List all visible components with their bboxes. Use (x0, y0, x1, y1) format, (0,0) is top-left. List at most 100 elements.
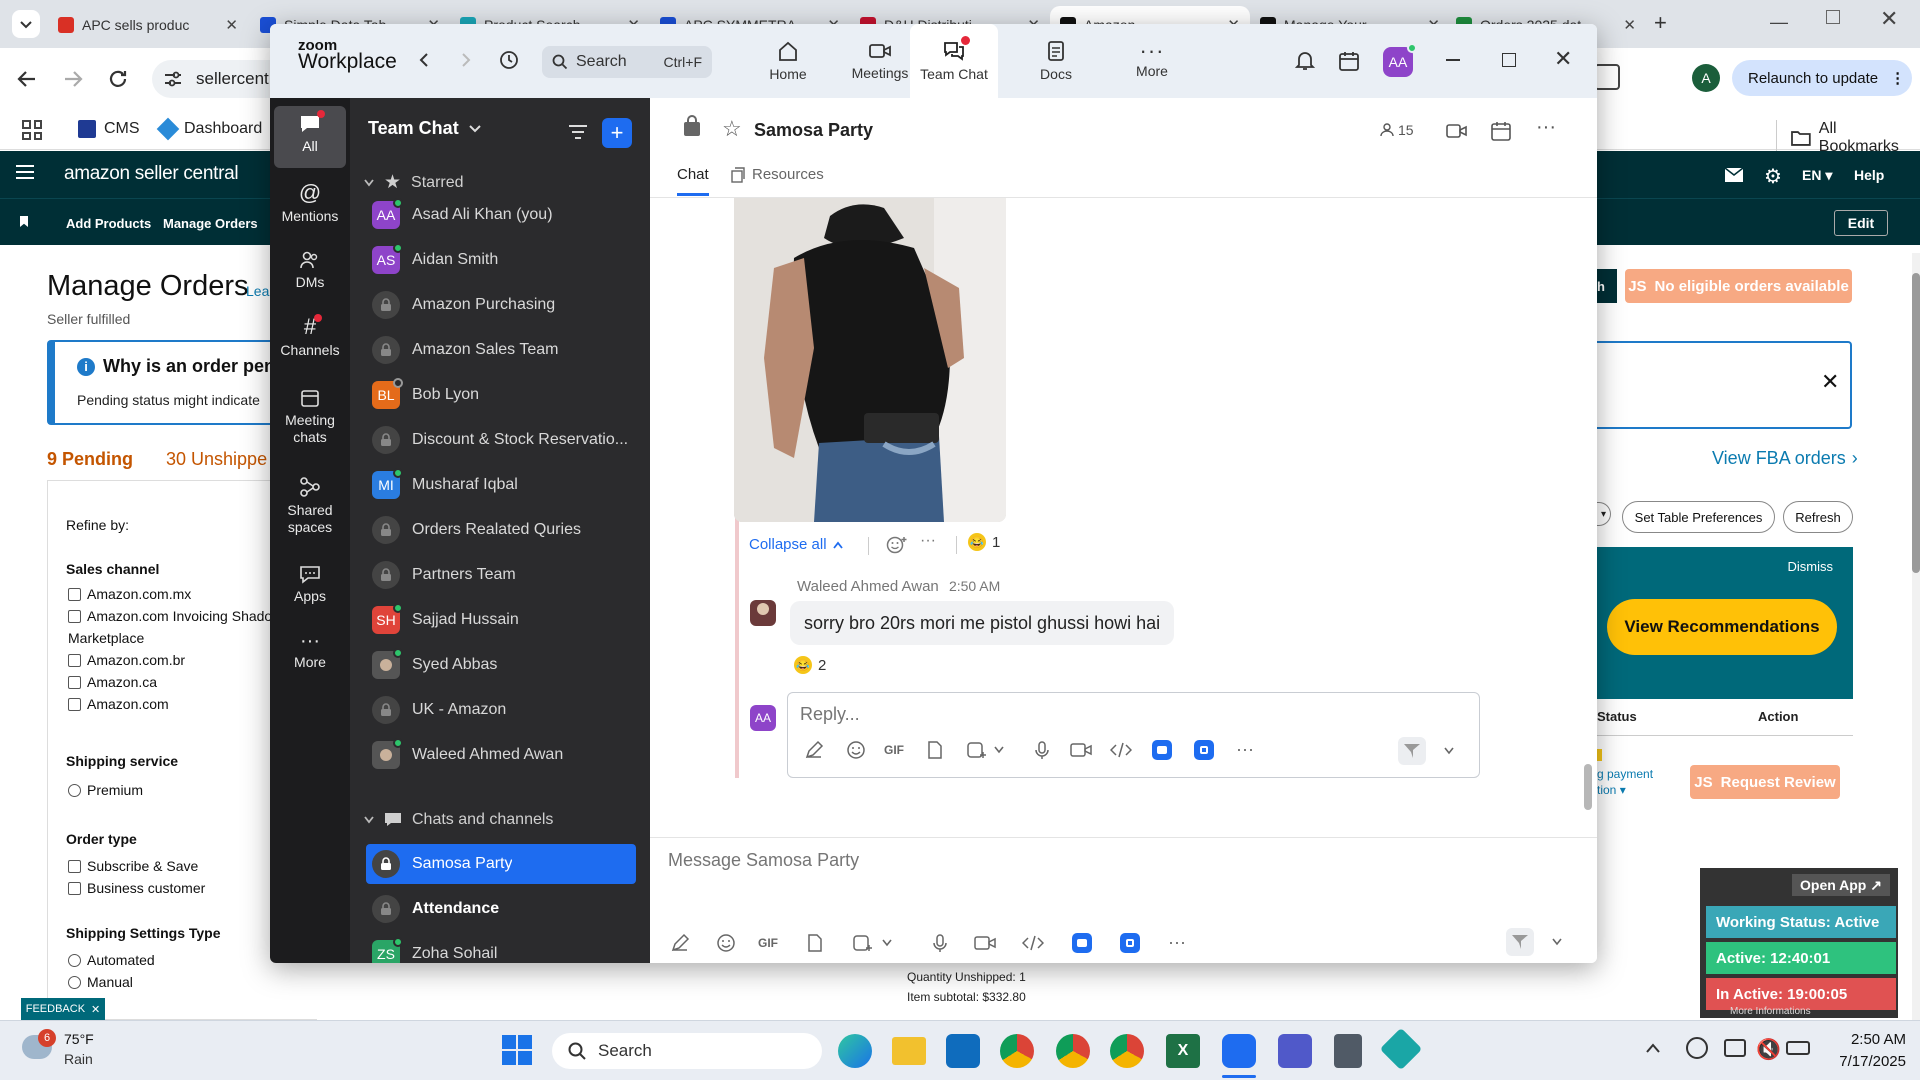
chat-list-item[interactable]: ZS Zoha Sohail (366, 934, 636, 963)
rail-meeting-chats[interactable]: Meeting chats (274, 384, 346, 462)
app-diamond-icon[interactable] (1379, 1027, 1423, 1071)
zoom-maximize-icon[interactable] (1502, 53, 1516, 67)
weather-condition[interactable]: Rain (64, 1051, 93, 1067)
rail-channels[interactable]: # Channels (274, 312, 346, 372)
chat-list-item[interactable]: Syed Abbas (366, 645, 636, 685)
no-eligible-orders-button[interactable]: JS No eligible orders available (1625, 269, 1852, 303)
microphone-icon[interactable] (932, 933, 948, 953)
chevron-down-icon[interactable] (1444, 747, 1454, 755)
format-pen-icon[interactable] (804, 740, 824, 760)
chat-list-item[interactable]: AS Aidan Smith (366, 240, 636, 280)
new-tab-button[interactable]: + (1654, 10, 1667, 36)
nav-manage-orders[interactable]: Manage Orders (163, 216, 258, 231)
checkbox[interactable] (68, 881, 81, 895)
excel-icon[interactable]: X (1166, 1034, 1200, 1068)
payment-link[interactable]: g payment (1597, 767, 1653, 781)
nav-home[interactable]: Home (742, 24, 834, 98)
amazon-logo[interactable]: amazon seller central (64, 163, 239, 185)
reply-composer[interactable]: GIF ··· (787, 692, 1480, 778)
tab-close-icon[interactable]: ✕ (225, 16, 238, 34)
close-banner-icon[interactable]: ✕ (1821, 369, 1839, 395)
back-arrow-icon[interactable] (16, 68, 38, 90)
scrollbar-thumb[interactable] (1912, 273, 1920, 573)
zoom-search[interactable]: Search Ctrl+F (542, 46, 712, 78)
filter-icon[interactable] (568, 124, 588, 140)
chevron-down-icon[interactable] (1552, 938, 1562, 946)
zoom-minimize-icon[interactable] (1446, 59, 1460, 61)
rail-apps[interactable]: Apps (274, 560, 346, 618)
toolbar-more-icon[interactable]: ··· (1168, 932, 1186, 953)
channel-more-icon[interactable]: ··· (1536, 116, 1556, 139)
reply-input[interactable] (800, 701, 1440, 727)
volume-muted-icon[interactable]: 🔇 (1756, 1037, 1781, 1062)
relaunch-button[interactable]: Relaunch to update ⋮ (1732, 60, 1912, 96)
filter-automated[interactable]: Automated (68, 949, 155, 971)
filter-subscribe-save[interactable]: Subscribe & Save (68, 855, 205, 877)
checkbox[interactable] (68, 653, 81, 667)
video-message-icon[interactable] (1070, 741, 1092, 759)
nav-more[interactable]: ··· More (1106, 24, 1198, 98)
sync-icon[interactable] (1686, 1037, 1708, 1059)
screenshot-icon[interactable] (852, 933, 874, 953)
tab-search-button[interactable] (12, 10, 40, 38)
app-chat-icon[interactable] (1072, 932, 1092, 953)
collapse-all-button[interactable]: Collapse all (749, 536, 843, 553)
browser-tab[interactable]: APC sells produc ✕ (48, 6, 248, 44)
help-link[interactable]: Help (1854, 167, 1884, 183)
mail-icon[interactable] (1724, 167, 1744, 183)
chat-list-item[interactable]: Amazon Sales Team (366, 330, 636, 370)
filter-amazon-com[interactable]: Amazon.com (68, 693, 272, 715)
team-chat-menu[interactable]: Team Chat (368, 118, 481, 139)
rail-dms[interactable]: DMs (274, 246, 346, 302)
chat-list-item[interactable]: Waleed Ahmed Awan (366, 735, 636, 775)
screenshot-icon[interactable] (966, 740, 988, 760)
tab-close-icon[interactable]: ✕ (1623, 16, 1636, 34)
open-app-button[interactable]: Open App ↗ (1792, 874, 1890, 896)
rail-mentions[interactable]: @ Mentions (274, 176, 346, 236)
file-icon[interactable] (806, 933, 824, 953)
bookmark-icon[interactable] (20, 216, 28, 227)
chevron-down-icon[interactable] (882, 939, 892, 947)
filter-amazon-ca[interactable]: Amazon.ca (68, 671, 272, 693)
taskbar-search[interactable]: Search (552, 1033, 822, 1069)
page-scrollbar[interactable] (1912, 253, 1920, 1023)
emoji-icon[interactable] (716, 933, 736, 953)
tab-pending[interactable]: 9 Pending (47, 449, 133, 470)
code-icon[interactable] (1022, 935, 1044, 951)
tab-unshipped[interactable]: 30 Unshippe (166, 449, 267, 470)
clock-date[interactable]: 7/17/2025 (1830, 1053, 1906, 1070)
chevron-down-icon[interactable] (994, 746, 1004, 754)
calendar-icon[interactable] (1338, 50, 1360, 72)
filter-amazon-invoicing[interactable]: Amazon.com Invoicing Shado (68, 605, 272, 627)
profile-avatar[interactable]: A (1692, 64, 1720, 92)
radio[interactable] (68, 953, 81, 967)
tab-chat[interactable]: Chat (677, 166, 709, 196)
rail-more[interactable]: ··· More (274, 628, 346, 686)
chat-list-item[interactable]: UK - Amazon (366, 690, 636, 730)
filter-amazon-com-mx[interactable]: Amazon.com.mx (68, 583, 272, 605)
zoom-forward-icon[interactable] (460, 52, 472, 68)
start-button[interactable] (502, 1035, 532, 1065)
extensions-icon[interactable] (1594, 64, 1620, 90)
format-pen-icon[interactable] (670, 933, 690, 953)
apps-grid-icon[interactable] (22, 120, 42, 140)
app-zoom-icon[interactable] (1120, 932, 1140, 953)
payment-link-2[interactable]: tion ▾ (1597, 783, 1626, 797)
chat-list-item[interactable]: AA Asad Ali Khan (you) (366, 195, 636, 235)
chat-scrollbar-thumb[interactable] (1584, 764, 1592, 810)
calculator-icon[interactable] (1334, 1034, 1362, 1068)
rail-all[interactable]: All (274, 106, 346, 168)
edge-icon[interactable] (838, 1034, 872, 1068)
toolbar-more-icon[interactable]: ··· (1236, 739, 1254, 760)
add-reaction-icon[interactable] (886, 535, 908, 555)
chats-section-header[interactable]: Chats and channels (364, 811, 553, 829)
filter-amazon-com-br[interactable]: Amazon.com.br (68, 649, 272, 671)
chat-list-item[interactable]: BL Bob Lyon (366, 375, 636, 415)
chevron-up-icon[interactable] (1646, 1043, 1660, 1053)
video-message-icon[interactable] (974, 934, 996, 952)
reload-icon[interactable] (107, 68, 129, 90)
shared-image[interactable] (734, 198, 1006, 522)
checkbox[interactable] (68, 587, 81, 601)
view-fba-orders-link[interactable]: View FBA orders › (1712, 448, 1858, 469)
network-icon[interactable] (1724, 1039, 1746, 1057)
